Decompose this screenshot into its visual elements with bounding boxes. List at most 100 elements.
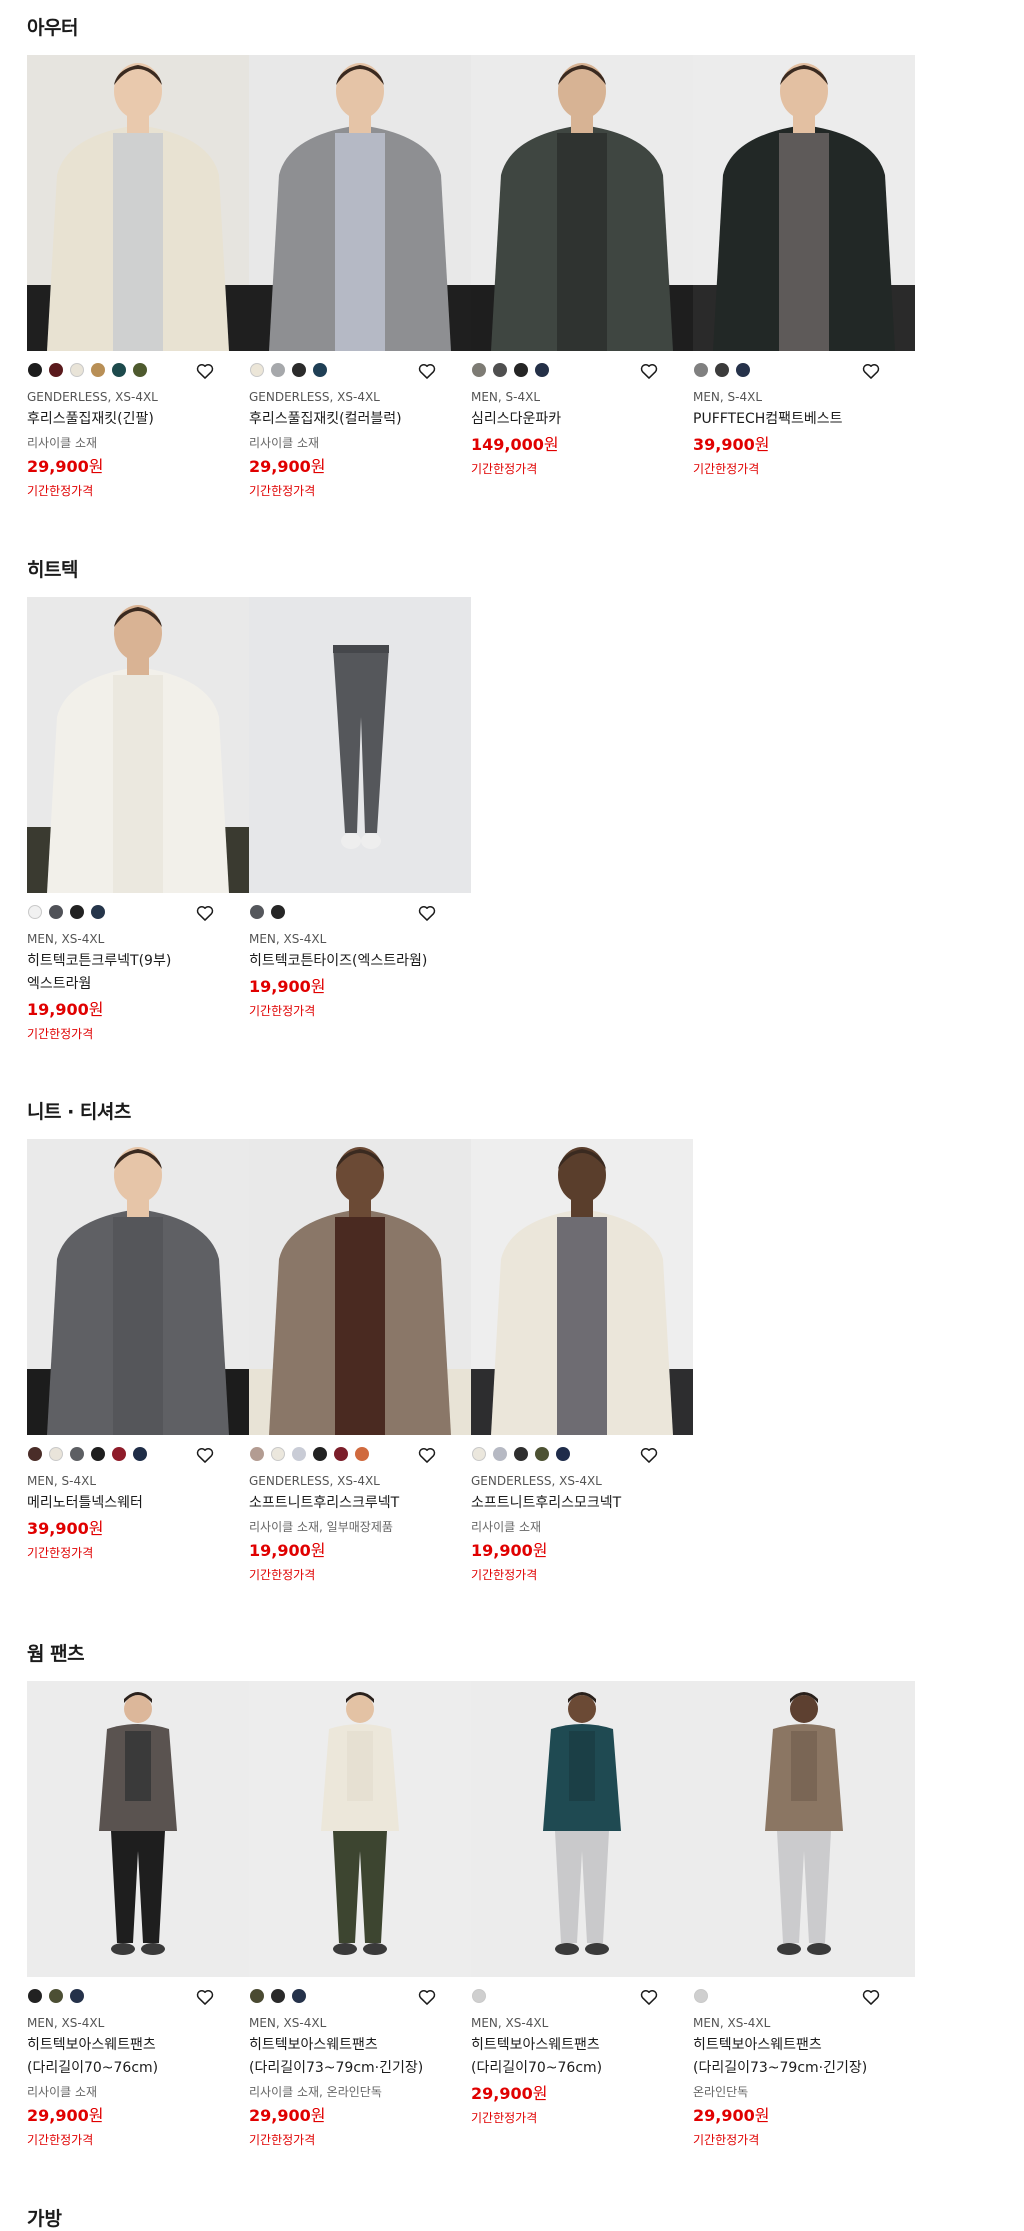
product-card[interactable]: MEN, S-4XL 심리스다운파카 149,000원 기간한정가격 <box>471 55 693 479</box>
product-name[interactable]: 히트텍보아스웨트팬츠(다리길이70~76cm) <box>27 2034 232 2080</box>
color-swatch[interactable] <box>493 1447 507 1461</box>
color-swatch[interactable] <box>715 363 729 377</box>
product-image[interactable] <box>249 1681 471 1977</box>
wishlist-heart-icon[interactable] <box>861 361 881 381</box>
color-swatch[interactable] <box>271 1447 285 1461</box>
product-image[interactable] <box>27 55 249 351</box>
product-name[interactable]: 소프트니트후리스모크넥T <box>471 1492 676 1515</box>
color-swatch[interactable] <box>250 1447 264 1461</box>
color-swatch[interactable] <box>70 905 84 919</box>
product-name[interactable]: 히트텍코튼타이즈(엑스트라웜) <box>249 950 454 973</box>
color-swatch[interactable] <box>91 363 105 377</box>
product-name[interactable]: 히트텍보아스웨트팬츠(다리길이73~79cm·긴기장) <box>249 2034 454 2080</box>
wishlist-heart-icon[interactable] <box>639 1987 659 2007</box>
color-swatch[interactable] <box>694 363 708 377</box>
product-image[interactable] <box>471 1139 693 1435</box>
color-swatch[interactable] <box>250 905 264 919</box>
product-name[interactable]: 히트텍코튼크루넥T(9부)엑스트라웜 <box>27 950 232 996</box>
color-swatch[interactable] <box>292 1989 306 2003</box>
product-name[interactable]: PUFFTECH컴팩트베스트 <box>693 408 898 431</box>
color-swatch[interactable] <box>28 1989 42 2003</box>
wishlist-heart-icon[interactable] <box>417 903 437 923</box>
product-image[interactable] <box>249 1139 471 1435</box>
product-image[interactable] <box>27 1139 249 1435</box>
color-swatch[interactable] <box>355 1447 369 1461</box>
product-image[interactable] <box>471 55 693 351</box>
color-swatch[interactable] <box>271 1989 285 2003</box>
wishlist-heart-icon[interactable] <box>195 903 215 923</box>
color-swatch[interactable] <box>292 1447 306 1461</box>
product-name[interactable]: 히트텍보아스웨트팬츠(다리길이70~76cm) <box>471 2034 676 2080</box>
color-swatch[interactable] <box>334 1447 348 1461</box>
color-swatch[interactable] <box>736 363 750 377</box>
product-card[interactable]: MEN, XS-4XL 히트텍보아스웨트팬츠(다리길이70~76cm) 29,900… <box>471 1681 693 2128</box>
color-swatch[interactable] <box>133 363 147 377</box>
color-swatch[interactable] <box>271 363 285 377</box>
color-swatch[interactable] <box>514 363 528 377</box>
color-swatch[interactable] <box>28 363 42 377</box>
wishlist-heart-icon[interactable] <box>639 1445 659 1465</box>
product-card[interactable]: GENDERLESS, XS-4XL 후리스풀집재킷(컬러블럭) 리사이클 소재 29… <box>249 55 471 501</box>
color-swatch[interactable] <box>28 905 42 919</box>
product-card[interactable]: GENDERLESS, XS-4XL 소프트니트후리스크루넥T 리사이클 소재, 일… <box>249 1139 471 1585</box>
product-card[interactable]: MEN, S-4XL 메리노터틀넥스웨터 39,900원 기간한정가격 <box>27 1139 249 1563</box>
color-swatch[interactable] <box>292 363 306 377</box>
product-image[interactable] <box>249 55 471 351</box>
product-name[interactable]: 심리스다운파카 <box>471 408 676 431</box>
color-swatch[interactable] <box>535 363 549 377</box>
wishlist-heart-icon[interactable] <box>195 1987 215 2007</box>
color-swatch[interactable] <box>28 1447 42 1461</box>
product-image[interactable] <box>693 55 915 351</box>
wishlist-heart-icon[interactable] <box>417 1987 437 2007</box>
color-swatch[interactable] <box>535 1447 549 1461</box>
wishlist-heart-icon[interactable] <box>417 361 437 381</box>
color-swatch[interactable] <box>49 1989 63 2003</box>
color-swatch[interactable] <box>694 1989 708 2003</box>
color-swatch[interactable] <box>112 1447 126 1461</box>
color-swatch[interactable] <box>472 363 486 377</box>
product-card[interactable]: MEN, XS-4XL 히트텍보아스웨트팬츠(다리길이73~79cm·긴기장) 리사… <box>249 1681 471 2150</box>
color-swatch[interactable] <box>49 1447 63 1461</box>
color-swatch[interactable] <box>112 363 126 377</box>
wishlist-heart-icon[interactable] <box>861 1987 881 2007</box>
product-image[interactable] <box>27 597 249 893</box>
color-swatch[interactable] <box>493 363 507 377</box>
color-swatch[interactable] <box>271 905 285 919</box>
color-swatch[interactable] <box>313 363 327 377</box>
product-name[interactable]: 히트텍보아스웨트팬츠(다리길이73~79cm·긴기장) <box>693 2034 898 2080</box>
product-name[interactable]: 메리노터틀넥스웨터 <box>27 1492 232 1515</box>
color-swatch[interactable] <box>472 1989 486 2003</box>
product-image[interactable] <box>249 597 471 893</box>
color-swatch[interactable] <box>49 363 63 377</box>
product-image[interactable] <box>27 1681 249 1977</box>
color-swatch[interactable] <box>70 1447 84 1461</box>
wishlist-heart-icon[interactable] <box>417 1445 437 1465</box>
product-card[interactable]: MEN, XS-4XL 히트텍코튼타이즈(엑스트라웜) 19,900원 기간한정가격 <box>249 597 471 1021</box>
color-swatch[interactable] <box>91 1447 105 1461</box>
product-card[interactable]: MEN, XS-4XL 히트텍보아스웨트팬츠(다리길이70~76cm) 리사이클 소… <box>27 1681 249 2150</box>
product-card[interactable]: MEN, S-4XL PUFFTECH컴팩트베스트 39,900원 기간한정가격 <box>693 55 915 479</box>
wishlist-heart-icon[interactable] <box>639 361 659 381</box>
color-swatch[interactable] <box>556 1447 570 1461</box>
color-swatch[interactable] <box>133 1447 147 1461</box>
product-card[interactable]: MEN, XS-4XL 히트텍코튼크루넥T(9부)엑스트라웜 19,900원 기간한정… <box>27 597 249 1044</box>
product-image[interactable] <box>471 1681 693 1977</box>
color-swatch[interactable] <box>514 1447 528 1461</box>
product-card[interactable]: GENDERLESS, XS-4XL 후리스풀집재킷(긴팔) 리사이클 소재 29,9… <box>27 55 249 501</box>
product-card[interactable]: GENDERLESS, XS-4XL 소프트니트후리스모크넥T 리사이클 소재 19,… <box>471 1139 693 1585</box>
product-image[interactable] <box>693 1681 915 1977</box>
color-swatch[interactable] <box>472 1447 486 1461</box>
wishlist-heart-icon[interactable] <box>195 1445 215 1465</box>
color-swatch[interactable] <box>250 1989 264 2003</box>
color-swatch[interactable] <box>250 363 264 377</box>
color-swatch[interactable] <box>70 1989 84 2003</box>
color-swatch[interactable] <box>313 1447 327 1461</box>
product-name[interactable]: 후리스풀집재킷(컬러블럭) <box>249 408 454 431</box>
product-card[interactable]: MEN, XS-4XL 히트텍보아스웨트팬츠(다리길이73~79cm·긴기장) 온라… <box>693 1681 915 2150</box>
color-swatch[interactable] <box>91 905 105 919</box>
product-name[interactable]: 후리스풀집재킷(긴팔) <box>27 408 232 431</box>
color-swatch[interactable] <box>70 363 84 377</box>
color-swatch[interactable] <box>49 905 63 919</box>
product-name[interactable]: 소프트니트후리스크루넥T <box>249 1492 454 1515</box>
wishlist-heart-icon[interactable] <box>195 361 215 381</box>
